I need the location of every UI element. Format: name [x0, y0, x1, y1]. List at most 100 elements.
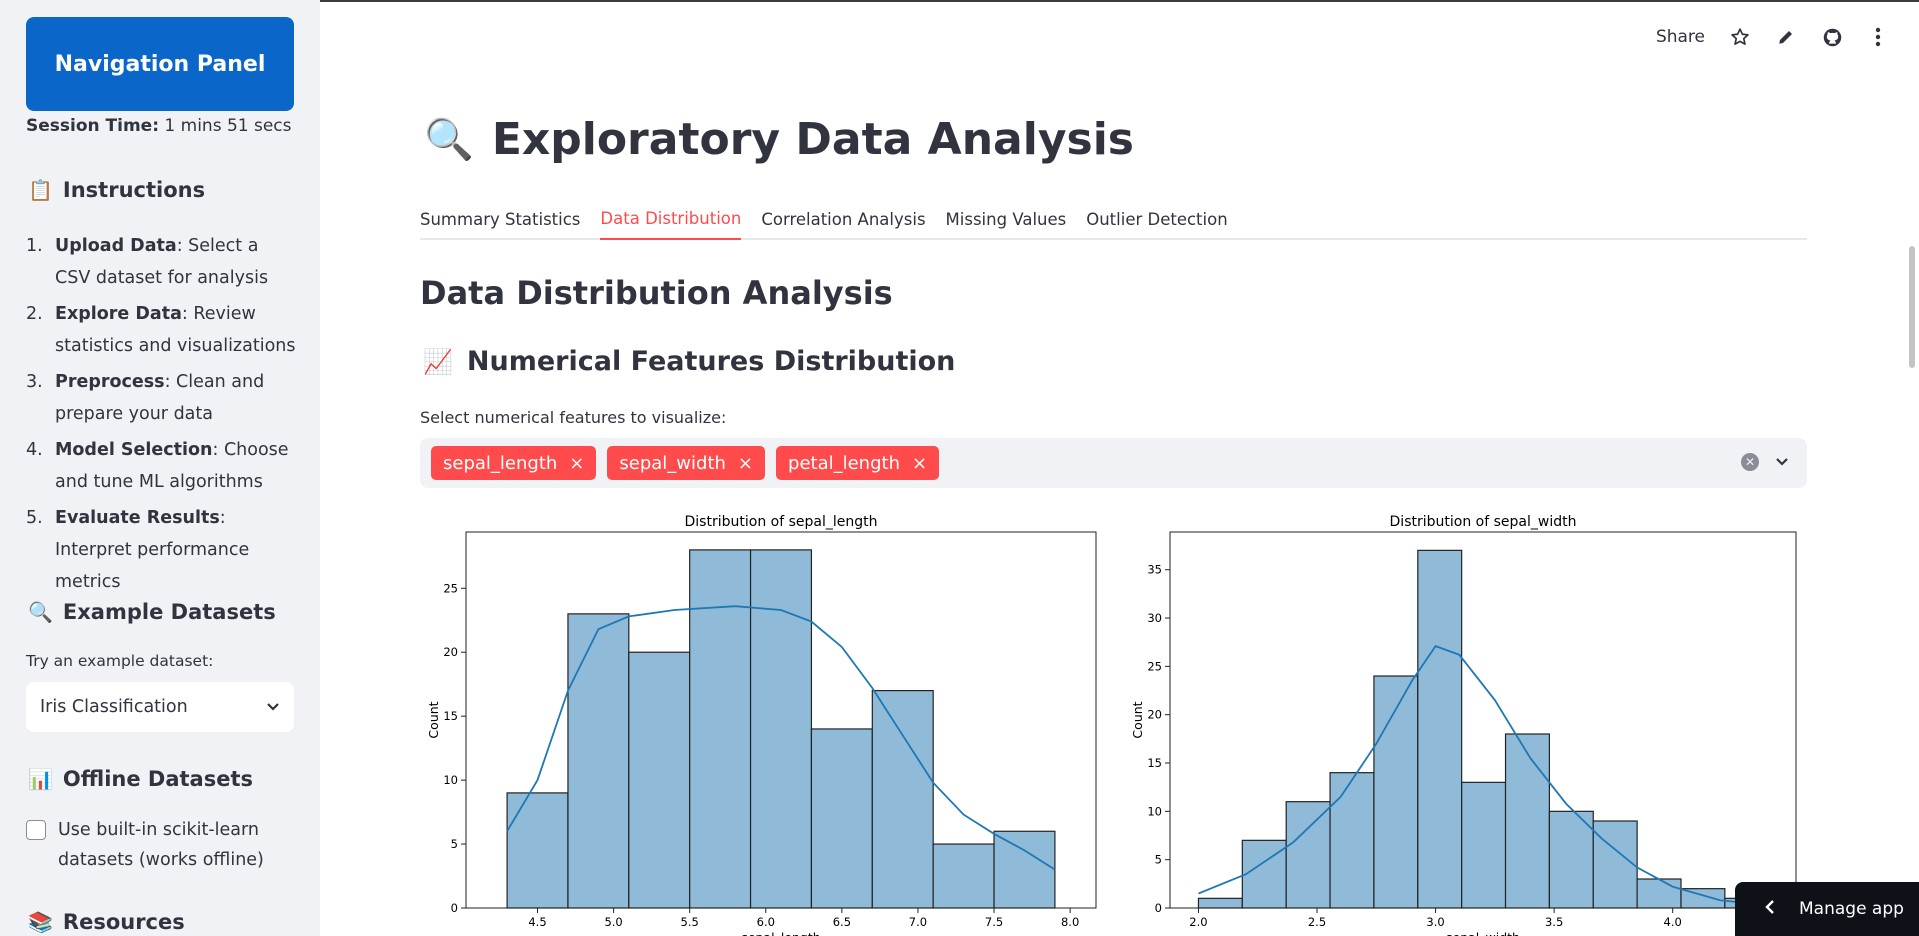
list-item-bold: Evaluate Results [55, 508, 220, 528]
more-vertical-icon[interactable] [1867, 26, 1889, 48]
chip-label: sepal_length [443, 452, 558, 474]
x-tick-label: 3.5 [1545, 915, 1563, 929]
histogram-bar [1461, 781, 1507, 909]
y-tick-label: 20 [443, 645, 458, 659]
dataset-select-value: Iris Classification [40, 697, 188, 717]
tab-data-distribution[interactable]: Data Distribution [600, 198, 742, 240]
y-tick-label: 20 [1147, 708, 1162, 722]
y-tick-label: 15 [443, 709, 458, 723]
x-tick-label: 5.5 [681, 915, 699, 929]
main-content: Share 🔍 Exploratory Data Analysis Summar… [320, 0, 1919, 936]
offline-checkbox-row[interactable]: Use built-in scikit-learn datasets (work… [26, 815, 278, 875]
y-axis-label: Count [426, 701, 441, 738]
top-toolbar: Share [1656, 26, 1889, 48]
close-icon[interactable]: × [738, 453, 753, 474]
tab-correlation-analysis[interactable]: Correlation Analysis [761, 198, 925, 240]
feature-multiselect[interactable]: sepal_length × sepal_width × petal_lengt… [420, 438, 1807, 488]
list-item: 4. Model Selection: Choose and tune ML al… [26, 434, 296, 498]
y-tick-label: 10 [443, 773, 458, 787]
instructions-heading: 📋 Instructions [28, 178, 205, 202]
chevron-down-icon[interactable] [1775, 452, 1789, 471]
chevron-left-icon [1765, 899, 1775, 920]
x-tick-label: 4.0 [1664, 915, 1682, 929]
feature-chip[interactable]: sepal_width × [607, 446, 766, 480]
tab-bar: Summary Statistics Data Distribution Cor… [420, 198, 1807, 240]
list-number: 1. [26, 236, 43, 256]
list-number: 2. [26, 304, 43, 324]
navigation-panel-button[interactable]: Navigation Panel [26, 17, 294, 111]
list-item: 2. Explore Data: Review statistics and vi… [26, 298, 296, 362]
multiselect-label: Select numerical features to visualize: [420, 408, 727, 427]
example-datasets-heading-text: Example Datasets [62, 600, 276, 624]
y-tick-label: 0 [451, 901, 458, 915]
histogram-bar [1636, 878, 1682, 909]
subsection-title-text: Numerical Features Distribution [466, 346, 956, 377]
chevron-down-icon [266, 697, 280, 717]
tab-outlier-detection[interactable]: Outlier Detection [1086, 198, 1227, 240]
tab-summary-statistics[interactable]: Summary Statistics [420, 198, 580, 240]
edit-icon[interactable] [1775, 26, 1797, 48]
x-tick-label: 8.0 [1061, 915, 1079, 929]
y-tick-label: 35 [1147, 563, 1162, 577]
chip-label: sepal_width [619, 452, 726, 474]
manage-app-button[interactable]: Manage app [1735, 882, 1919, 936]
magnifier-icon: 🔍 [424, 117, 474, 163]
x-tick-label: 2.5 [1308, 915, 1326, 929]
line-chart-icon: 📈 [423, 347, 453, 376]
session-time-label: Session Time: [26, 116, 160, 136]
offline-checkbox[interactable] [26, 820, 46, 840]
histogram-bar [1592, 820, 1638, 909]
y-tick-label: 15 [1147, 756, 1162, 770]
histogram-bar [1285, 801, 1331, 909]
scrollbar[interactable] [1909, 246, 1915, 368]
histogram-bar [1504, 733, 1550, 909]
github-icon[interactable] [1821, 26, 1843, 48]
x-tick-label: 7.0 [909, 915, 927, 929]
close-icon[interactable]: × [912, 453, 927, 474]
list-item: 5. Evaluate Results: Interpret performanc… [26, 502, 296, 598]
chart-title: Distribution of sepal_length [685, 514, 878, 530]
tab-missing-values[interactable]: Missing Values [946, 198, 1067, 240]
list-item-bold: Preprocess [55, 372, 165, 392]
clear-icon[interactable]: ✕ [1741, 452, 1759, 471]
histogram-bar [1329, 772, 1375, 909]
x-tick-label: 5.0 [604, 915, 622, 929]
x-axis-label: sepal_width [1446, 930, 1520, 936]
list-item: 1. Upload Data: Select a CSV dataset for … [26, 230, 296, 294]
x-tick-label: 6.0 [757, 915, 775, 929]
chart-svg: Distribution of sepal_width 2.0 2.5 3.0 3.5 4… [1130, 514, 1797, 936]
list-number: 4. [26, 440, 43, 460]
histogram-bar [993, 830, 1056, 909]
page-title: 🔍 Exploratory Data Analysis [424, 114, 1134, 165]
session-time-value: 1 mins 51 secs [164, 116, 292, 136]
books-icon: 📚 [28, 910, 53, 934]
histogram-bar [932, 843, 995, 909]
y-tick-label: 30 [1147, 611, 1162, 625]
magnifier-icon: 🔍 [28, 600, 53, 624]
resources-heading: 📚 Resources [28, 910, 185, 934]
try-dataset-label: Try an example dataset: [26, 652, 214, 670]
section-title: Data Distribution Analysis [420, 274, 893, 312]
x-tick-label: 2.0 [1189, 915, 1207, 929]
feature-chip[interactable]: sepal_length × [431, 446, 597, 480]
chart-title: Distribution of sepal_width [1390, 514, 1577, 530]
share-button[interactable]: Share [1656, 27, 1705, 47]
histogram-bar [689, 549, 752, 909]
resources-heading-text: Resources [62, 910, 185, 934]
list-item-bold: Explore Data [55, 304, 182, 324]
feature-chip[interactable]: petal_length × [776, 446, 940, 480]
y-tick-label: 25 [1147, 659, 1162, 673]
instructions-list: 1. Upload Data: Select a CSV dataset for … [26, 230, 296, 602]
x-tick-label: 7.5 [985, 915, 1003, 929]
histogram-bar [567, 613, 630, 909]
list-item-bold: Upload Data [55, 236, 177, 256]
dataset-select[interactable]: Iris Classification [26, 682, 294, 732]
chip-label: petal_length [788, 452, 900, 474]
close-icon[interactable]: × [569, 453, 584, 474]
star-icon[interactable] [1729, 26, 1751, 48]
page-title-text: Exploratory Data Analysis [491, 114, 1134, 165]
x-tick-label: 3.0 [1426, 915, 1444, 929]
clipboard-icon: 📋 [28, 178, 53, 202]
multiselect-controls: ✕ [1741, 452, 1789, 471]
histogram-bar [506, 792, 569, 909]
